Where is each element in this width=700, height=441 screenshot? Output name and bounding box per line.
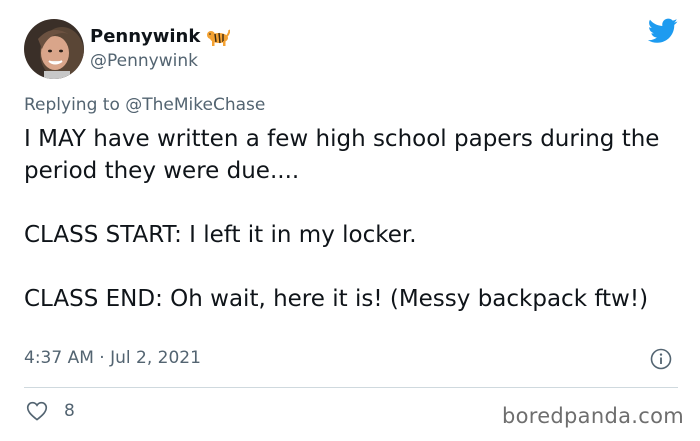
- like-count: 8: [64, 401, 75, 421]
- divider: [24, 387, 678, 388]
- info-icon[interactable]: [650, 348, 672, 370]
- tweet-text: I MAY have written a few high school pap…: [24, 126, 660, 312]
- reply-mention-link[interactable]: @TheMikeChase: [125, 95, 265, 115]
- replying-to: Replying to @TheMikeChase: [24, 95, 265, 115]
- tweet-header: Pennywink @Pennywink: [24, 18, 231, 80]
- avatar[interactable]: [24, 19, 84, 79]
- replying-prefix: Replying to: [24, 95, 126, 115]
- tweet-card: Pennywink @Pennywink Replying to @TheMik…: [0, 0, 700, 441]
- heart-icon: [26, 401, 48, 421]
- author-handle[interactable]: @Pennywink: [90, 50, 230, 72]
- display-name[interactable]: Pennywink: [90, 26, 200, 48]
- tiger-icon: [206, 27, 231, 47]
- watermark: boredpanda.com: [501, 404, 684, 428]
- tweet-timestamp[interactable]: 4:37 AM · Jul 2, 2021: [24, 348, 201, 368]
- display-name-row: Pennywink: [90, 26, 231, 48]
- author-names: Pennywink @Pennywink: [90, 26, 231, 72]
- profile-photo-icon: [24, 19, 84, 79]
- like-button[interactable]: 8: [26, 401, 75, 421]
- twitter-bird-icon[interactable]: [647, 18, 678, 44]
